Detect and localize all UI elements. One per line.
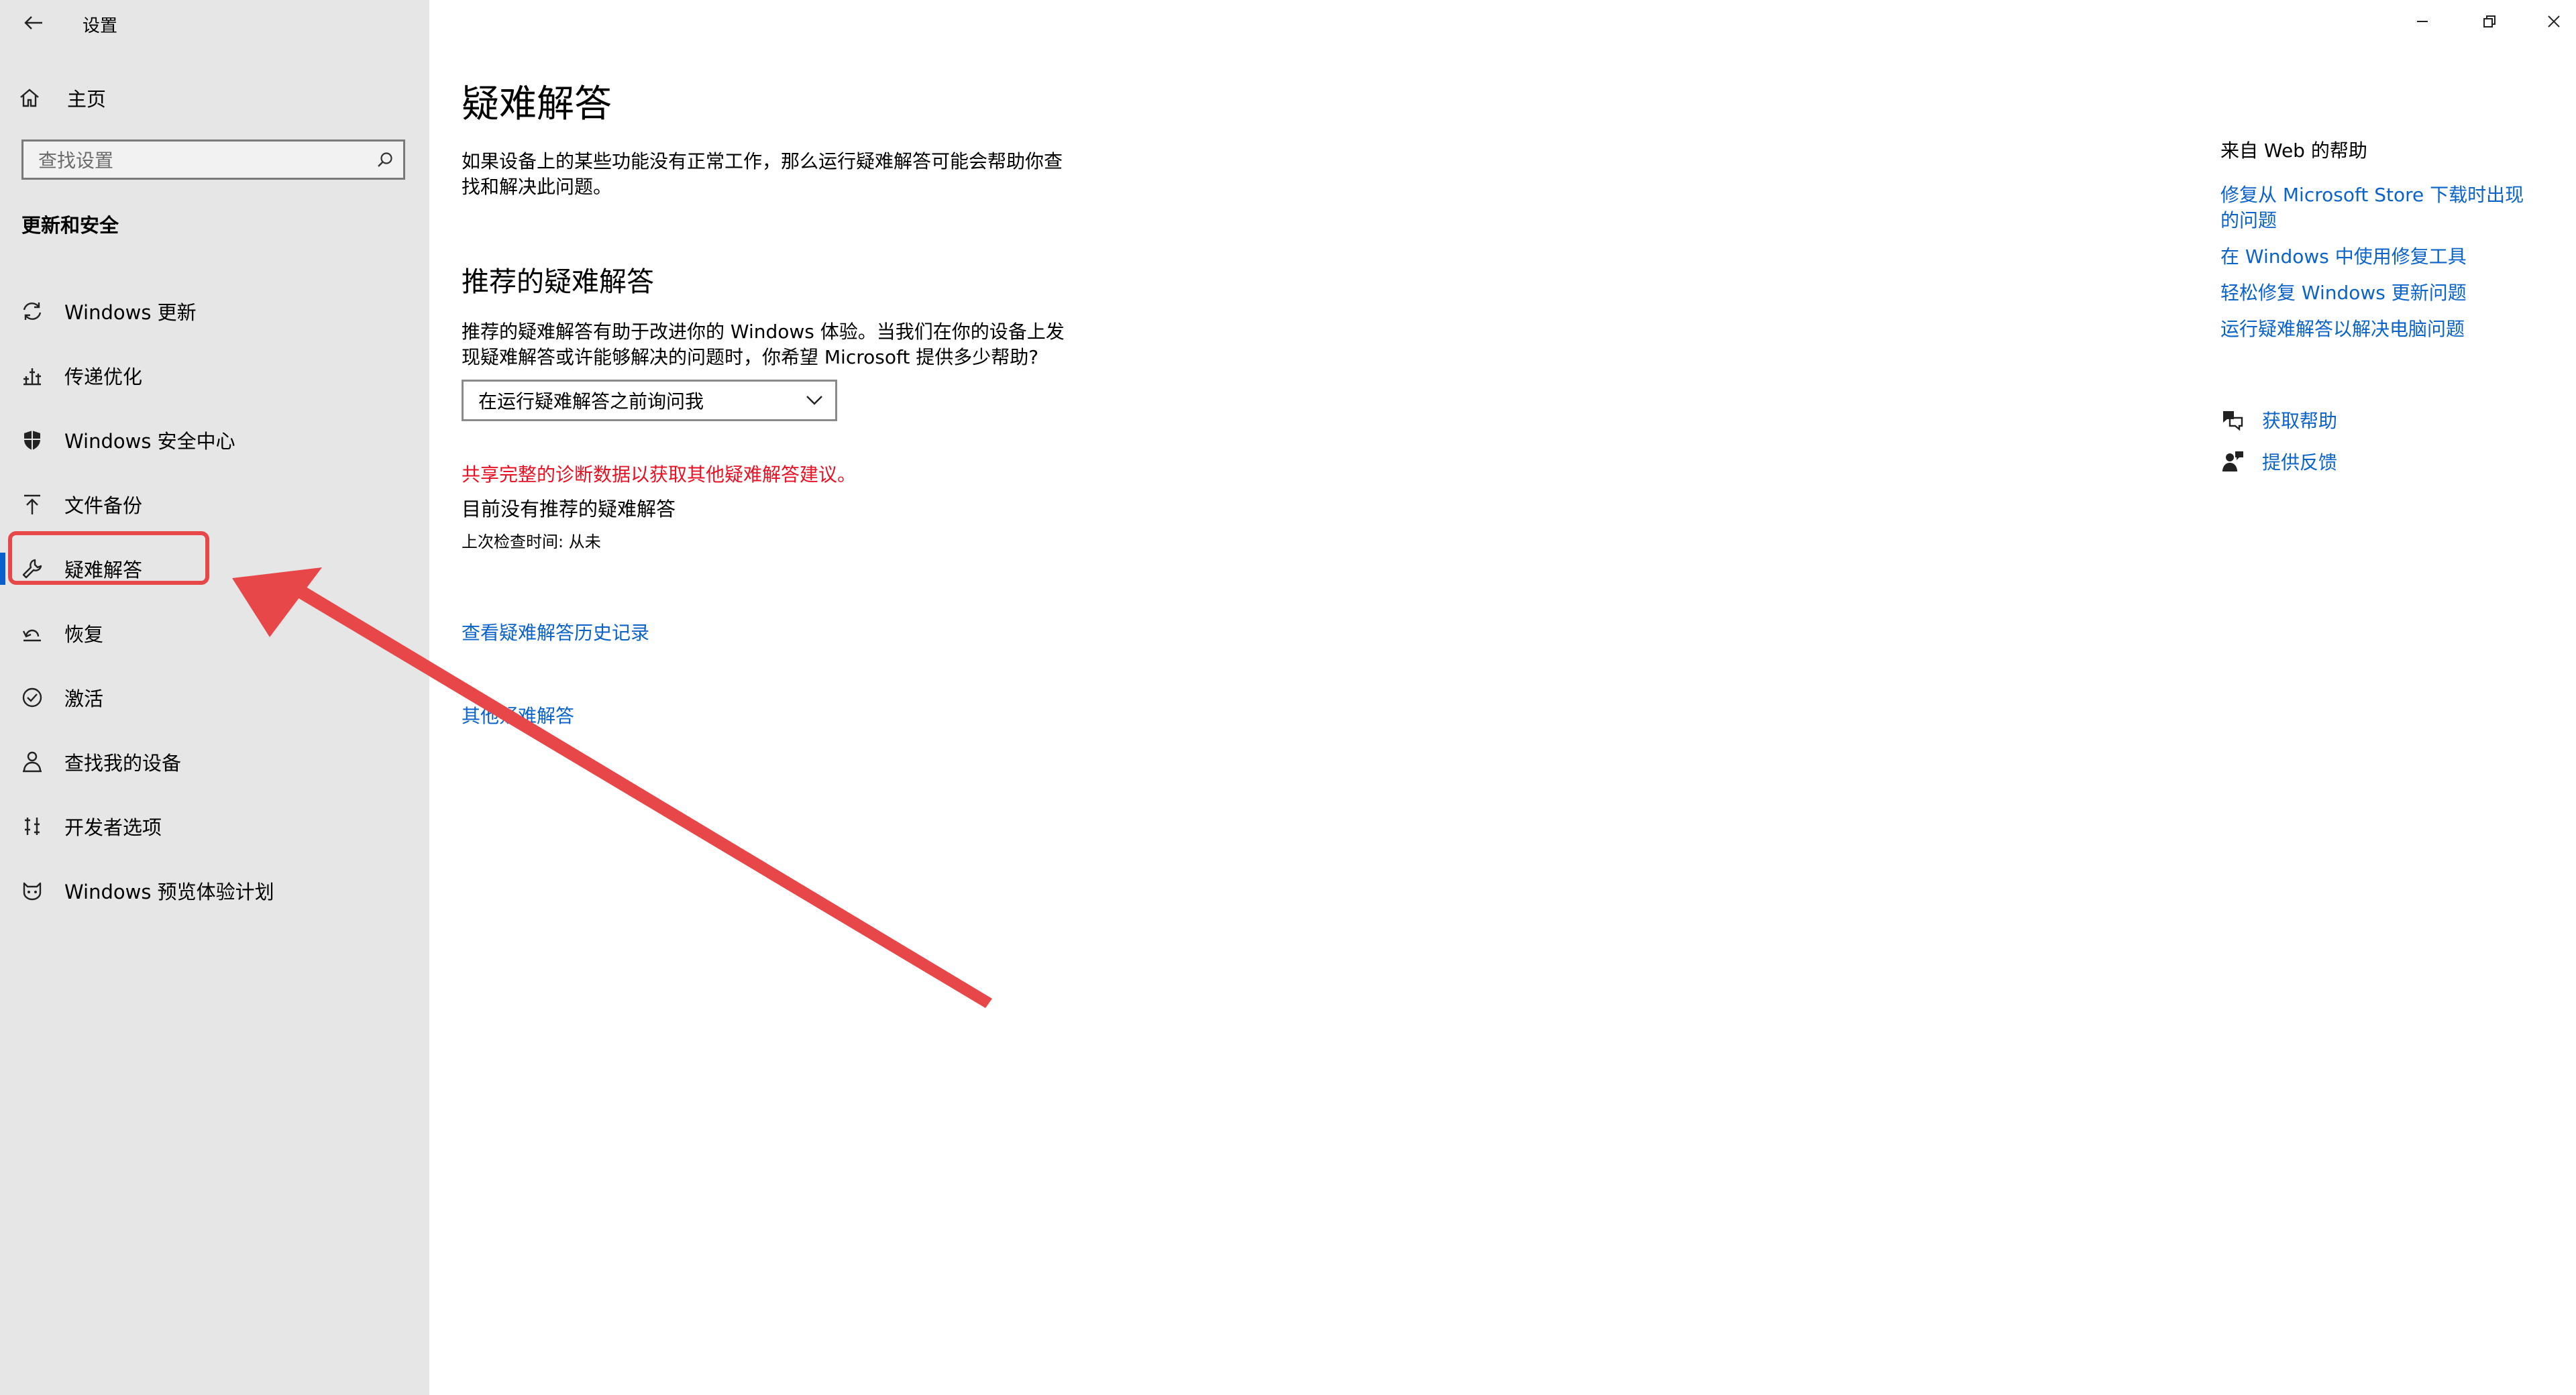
close-icon: [2548, 15, 2560, 27]
page-title: 疑难解答: [462, 82, 612, 126]
recommended-description: 推荐的疑难解答有助于改进你的 Windows 体验。当我们在你的设备上发现疑难解…: [462, 321, 1065, 368]
help-link[interactable]: 修复从 Microsoft Store 下载时出现的问题: [2220, 182, 2542, 233]
sidebar-item-developer-options[interactable]: 开发者选项: [0, 794, 429, 858]
dropdown-value: 在运行疑难解答之前询问我: [478, 390, 704, 412]
feedback-icon: [2222, 451, 2243, 471]
help-link[interactable]: 轻松修复 Windows 更新问题: [2220, 280, 2542, 306]
last-check-text: 上次检查时间: 从未: [462, 533, 601, 551]
home-icon: [20, 89, 39, 107]
refresh-icon: [20, 299, 44, 323]
search-placeholder: 查找设置: [38, 150, 114, 172]
get-help-link[interactable]: 获取帮助: [2220, 405, 2337, 435]
chevron-down-icon: [806, 396, 822, 405]
history-link[interactable]: 查看疑难解答历史记录: [462, 618, 649, 645]
nav-list: Windows 更新 传递优化 Windows 安全中心 文件备份 疑难解答 恢…: [0, 279, 429, 923]
web-help-links: 修复从 Microsoft Store 下载时出现的问题 在 Windows 中…: [2220, 182, 2542, 353]
no-recommendations-text: 目前没有推荐的疑难解答: [462, 498, 676, 520]
search-input[interactable]: 查找设置: [21, 140, 405, 180]
sidebar-item-label: 激活: [64, 687, 104, 710]
recommended-dropdown[interactable]: 在运行疑难解答之前询问我: [462, 380, 837, 421]
get-help-label: 获取帮助: [2262, 410, 2338, 432]
sidebar-item-recovery[interactable]: 恢复: [0, 601, 429, 665]
sidebar-item-label: 文件备份: [64, 494, 143, 517]
sidebar-item-activation[interactable]: 激活: [0, 665, 429, 730]
diagnostic-data-link[interactable]: 共享完整的诊断数据以获取其他疑难解答建议。: [462, 460, 856, 487]
sidebar-item-label: Windows 更新: [64, 301, 197, 324]
help-pane-title: 来自 Web 的帮助: [2220, 140, 2367, 162]
feedback-link[interactable]: 提供反馈: [2220, 447, 2337, 476]
sidebar-item-delivery-optimization[interactable]: 传递优化: [0, 343, 429, 408]
intro-text: 如果设备上的某些功能没有正常工作，那么运行疑难解答可能会帮助你查找和解决此问题。: [462, 150, 1063, 198]
section-title: 更新和安全: [21, 214, 119, 237]
sidebar-item-windows-security[interactable]: Windows 安全中心: [0, 408, 429, 472]
sidebar-item-label: Windows 预览体验计划: [64, 881, 274, 903]
restore-button[interactable]: [2459, 0, 2520, 43]
sidebar-item-label: 传递优化: [64, 366, 143, 388]
sidebar: 设置 主页 查找设置 更新和安全 Windows 更新 传递优化 Windows…: [0, 0, 429, 1395]
sidebar-item-label: Windows 安全中心: [64, 430, 235, 453]
recovery-icon: [20, 621, 44, 645]
help-link[interactable]: 运行疑难解答以解决电脑问题: [2220, 317, 2542, 342]
shield-icon: [20, 428, 44, 452]
help-link[interactable]: 在 Windows 中使用修复工具: [2220, 244, 2542, 270]
app-title: 设置: [83, 16, 118, 36]
home-link[interactable]: 主页: [19, 85, 106, 111]
upload-arrow-icon: [20, 492, 44, 516]
sidebar-item-find-my-device[interactable]: 查找我的设备: [0, 730, 429, 794]
minimize-button[interactable]: [2392, 0, 2453, 43]
sidebar-item-label: 查找我的设备: [64, 752, 182, 775]
sidebar-item-windows-update[interactable]: Windows 更新: [0, 279, 429, 343]
chat-help-icon: [2223, 411, 2243, 431]
recommended-heading: 推荐的疑难解答: [462, 266, 654, 298]
other-troubleshooters-link[interactable]: 其他疑难解答: [462, 702, 574, 728]
sidebar-item-label: 开发者选项: [64, 816, 162, 839]
check-circle-icon: [20, 685, 44, 710]
developer-icon: [20, 814, 44, 838]
back-button[interactable]: [20, 9, 47, 36]
delivery-optimization-icon: [20, 364, 44, 388]
sidebar-item-insider-program[interactable]: Windows 预览体验计划: [0, 858, 429, 923]
sidebar-item-label: 恢复: [64, 623, 104, 646]
person-locate-icon: [20, 750, 44, 774]
home-label: 主页: [67, 88, 107, 111]
back-arrow-icon: [24, 16, 42, 30]
sidebar-item-file-backup[interactable]: 文件备份: [0, 472, 429, 537]
minimize-icon: [2417, 21, 2428, 22]
restore-icon: [2483, 15, 2496, 27]
close-button[interactable]: [2524, 0, 2576, 43]
feedback-label: 提供反馈: [2262, 451, 2338, 473]
search-icon: [378, 152, 392, 167]
annotation-highlight-box: [8, 531, 209, 585]
insider-cat-icon: [20, 879, 44, 903]
